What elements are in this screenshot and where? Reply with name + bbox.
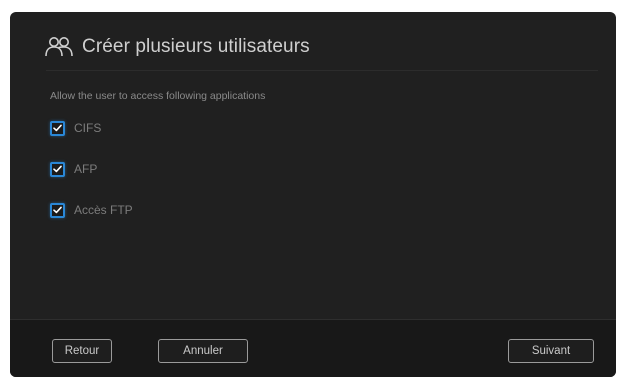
next-button[interactable]: Suivant [508, 339, 594, 363]
checkmark-icon [53, 206, 62, 214]
application-list: CIFS AFP Accès FTP [50, 118, 133, 241]
checkmark-icon [53, 165, 62, 173]
create-users-dialog: Créer plusieurs utilisateurs Allow the u… [10, 12, 616, 377]
dialog-header: Créer plusieurs utilisateurs [44, 36, 310, 58]
afp-checkbox[interactable] [50, 161, 65, 177]
app-item-cifs[interactable]: CIFS [50, 118, 133, 138]
dialog-title: Créer plusieurs utilisateurs [82, 36, 310, 57]
users-icon [44, 36, 76, 58]
cancel-button[interactable]: Annuler [158, 339, 248, 363]
dialog-footer: Retour Annuler Suivant [10, 319, 616, 377]
instruction-text: Allow the user to access following appli… [50, 90, 266, 102]
cifs-label: CIFS [74, 121, 102, 135]
app-item-afp[interactable]: AFP [50, 159, 133, 179]
ftp-access-checkbox[interactable] [50, 202, 65, 218]
afp-label: AFP [74, 162, 98, 176]
ftp-access-label: Accès FTP [74, 203, 133, 217]
cifs-checkbox[interactable] [50, 120, 65, 136]
back-button[interactable]: Retour [52, 339, 112, 363]
title-divider [46, 70, 598, 71]
app-item-ftp[interactable]: Accès FTP [50, 200, 133, 220]
checkmark-icon [53, 124, 62, 132]
